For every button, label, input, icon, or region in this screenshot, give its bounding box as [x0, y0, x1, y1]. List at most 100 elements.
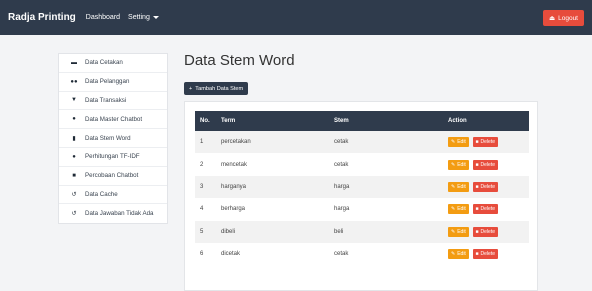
history-icon: ↺	[71, 191, 77, 198]
cell-stem: beli	[334, 228, 344, 235]
cart-icon: ▼	[71, 97, 77, 104]
sidebar-item-data-pelanggan[interactable]: ●● Data Pelanggan	[59, 73, 167, 92]
cell-term: mencetak	[221, 161, 248, 168]
edit-label: Edit	[457, 139, 466, 146]
sidebar-item-data-stem-word[interactable]: ▮ Data Stem Word	[59, 129, 167, 148]
cell-stem: cetak	[334, 161, 349, 168]
table-row: 4 berharga harga ✎ Edit ■ Delete	[195, 198, 529, 221]
sidebar-item-label: Data Pelanggan	[85, 78, 130, 86]
sidebar-item-data-cetakan[interactable]: ▬ Data Cetakan	[59, 54, 167, 73]
cell-action: ✎ Edit ■ Delete	[448, 243, 529, 265]
nav-dashboard[interactable]: Dashboard	[86, 14, 120, 21]
sidebar-item-label: Data Stem Word	[85, 134, 131, 142]
cell-term: harganya	[221, 183, 247, 190]
add-stem-button[interactable]: + Tambah Data Stem	[184, 82, 249, 95]
chat-icon: ●	[72, 153, 76, 160]
logout-button[interactable]: ⏏ Logout	[542, 10, 584, 26]
delete-label: Delete	[480, 206, 495, 213]
stem-table: No. Term Stem Action 1 percetakan cetak …	[195, 111, 529, 266]
delete-button[interactable]: ■ Delete	[472, 159, 498, 170]
cell-stem: harga	[334, 206, 350, 213]
brand-title[interactable]: Radja Printing	[8, 12, 76, 23]
trash-icon: ■	[475, 139, 479, 146]
table-row: 1 percetakan cetak ✎ Edit ■ Delete	[195, 131, 529, 154]
delete-button[interactable]: ■ Delete	[472, 226, 498, 237]
delete-button[interactable]: ■ Delete	[472, 137, 498, 148]
edit-label: Edit	[457, 228, 466, 235]
delete-label: Delete	[480, 228, 495, 235]
delete-button[interactable]: ■ Delete	[472, 204, 498, 215]
top-navbar: Radja Printing Dashboard Setting ⏏ Logou…	[0, 0, 592, 35]
trash-icon: ■	[475, 183, 479, 190]
delete-label: Delete	[480, 183, 495, 190]
file-icon: ▮	[72, 135, 76, 142]
edit-button[interactable]: ✎ Edit	[448, 249, 469, 260]
sidebar-item-label: Data Master Chatbot	[85, 115, 143, 123]
sidebar-item-data-jawaban-tidak-ada[interactable]: ↺ Data Jawaban Tidak Ada	[59, 204, 167, 223]
users-icon: ●●	[70, 78, 78, 85]
table-row: 5 dibeli beli ✎ Edit ■ Delete	[195, 220, 529, 243]
sidebar-item-data-transaksi[interactable]: ▼ Data Transaksi	[59, 92, 167, 111]
trash-icon: ■	[475, 206, 479, 213]
sidebar-item-label: Data Jawaban Tidak Ada	[85, 210, 154, 218]
edit-icon: ✎	[451, 251, 456, 258]
cell-no: 6	[200, 251, 204, 258]
sidebar: ▬ Data Cetakan ●● Data Pelanggan ▼ Data …	[58, 53, 168, 225]
book-icon: ▬	[71, 59, 77, 66]
sidebar-item-data-master-chatbot[interactable]: ● Data Master Chatbot	[59, 110, 167, 130]
logout-icon: ⏏	[548, 15, 556, 22]
cell-term: dicetak	[221, 251, 241, 258]
edit-button[interactable]: ✎ Edit	[448, 159, 469, 170]
cell-no: 5	[200, 228, 204, 235]
table-row: 2 mencetak cetak ✎ Edit ■ Delete	[195, 153, 529, 176]
delete-label: Delete	[480, 251, 495, 258]
edit-icon: ✎	[451, 139, 456, 146]
history-icon: ↺	[71, 211, 77, 218]
edit-button[interactable]: ✎ Edit	[448, 204, 469, 215]
delete-button[interactable]: ■ Delete	[472, 249, 498, 260]
edit-label: Edit	[457, 206, 466, 213]
comment-icon: ■	[72, 172, 76, 179]
trash-icon: ■	[475, 228, 479, 235]
header-term: Term	[221, 118, 236, 124]
sidebar-item-perhitungan-tf-idf[interactable]: ● Perhitungan TF-IDF	[59, 148, 167, 167]
sidebar-item-percobaan-chatbot[interactable]: ■ Percobaan Chatbot	[59, 167, 167, 186]
delete-label: Delete	[480, 161, 495, 168]
add-stem-label: Tambah Data Stem	[195, 85, 244, 92]
trash-icon: ■	[475, 161, 479, 168]
edit-icon: ✎	[451, 206, 456, 213]
edit-button[interactable]: ✎ Edit	[448, 137, 469, 148]
edit-button[interactable]: ✎ Edit	[448, 181, 469, 192]
cell-no: 1	[200, 139, 204, 146]
cell-no: 4	[200, 206, 204, 213]
table-card: No. Term Stem Action 1 percetakan cetak …	[184, 101, 538, 291]
header-no: No.	[200, 118, 210, 124]
table-row: 3 harganya harga ✎ Edit ■ Delete	[195, 175, 529, 199]
sidebar-item-data-cache[interactable]: ↺ Data Cache	[59, 186, 167, 205]
table-header-row: No. Term Stem Action	[195, 111, 529, 131]
cell-action: ✎ Edit ■ Delete	[448, 131, 529, 153]
edit-button[interactable]: ✎ Edit	[448, 226, 469, 237]
edit-label: Edit	[457, 251, 466, 258]
nav-setting-label: Setting	[128, 14, 150, 21]
sidebar-item-label: Perhitungan TF-IDF	[85, 153, 140, 161]
delete-label: Delete	[480, 139, 495, 146]
nav-setting[interactable]: Setting	[128, 14, 159, 21]
sidebar-item-label: Percobaan Chatbot	[85, 172, 139, 180]
sidebar-item-label: Data Cache	[85, 190, 118, 198]
edit-icon: ✎	[451, 183, 456, 190]
cell-action: ✎ Edit ■ Delete	[448, 176, 529, 198]
cell-stem: cetak	[334, 139, 349, 146]
cell-term: dibeli	[221, 228, 236, 235]
cell-no: 3	[200, 183, 204, 190]
page-title: Data Stem Word	[184, 52, 295, 69]
edit-icon: ✎	[451, 161, 456, 168]
caret-down-icon	[152, 16, 159, 19]
delete-button[interactable]: ■ Delete	[472, 181, 498, 192]
plus-icon: +	[189, 85, 193, 92]
trash-icon: ■	[475, 251, 479, 258]
header-stem: Stem	[334, 118, 349, 124]
sidebar-item-label: Data Cetakan	[85, 59, 123, 67]
cell-term: percetakan	[221, 139, 251, 146]
cell-no: 2	[200, 161, 204, 168]
